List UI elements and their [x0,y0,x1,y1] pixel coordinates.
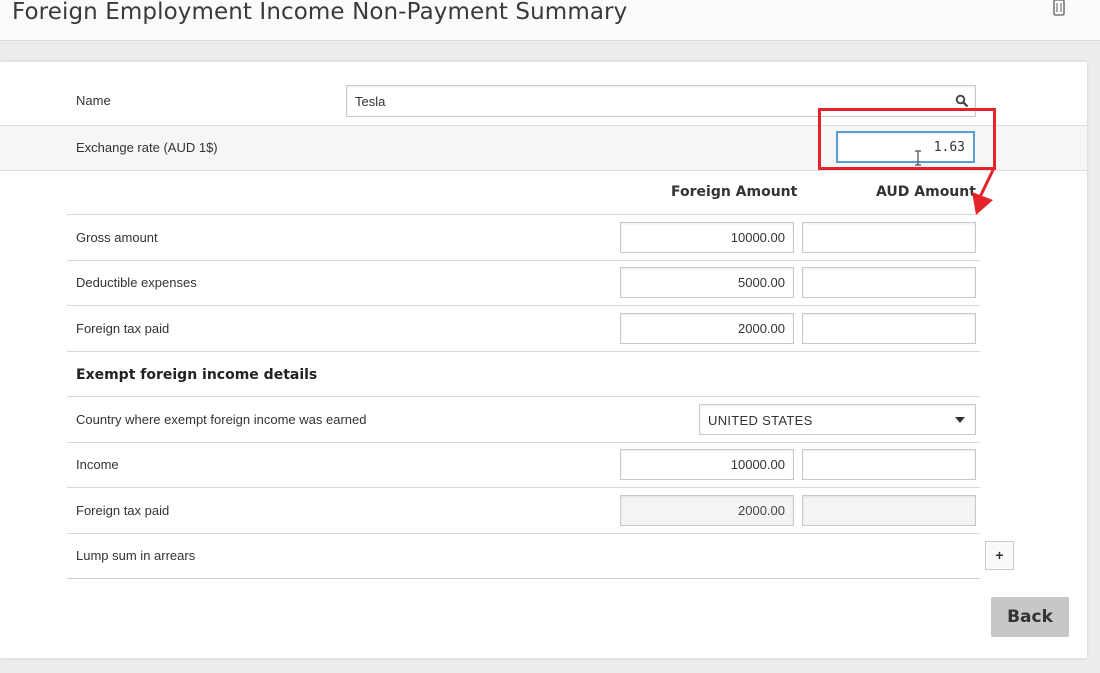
country-select[interactable]: UNITED STATES [699,404,976,435]
exchange-rate-input[interactable] [838,133,973,161]
foreign-tax-foreign-input[interactable] [621,314,793,343]
foreign-tax-aud-field[interactable] [802,313,976,344]
divider [67,487,980,488]
search-icon[interactable] [955,94,969,108]
form-panel: Name Exchange rate (AUD 1$) Foreign Amou… [0,62,1087,658]
divider [67,442,980,443]
deductible-aud-field[interactable] [802,267,976,298]
back-button[interactable]: Back [991,597,1069,637]
aud-amount-heading: AUD Amount [876,184,976,200]
foreign-tax-aud-input[interactable] [803,314,975,343]
gross-aud-input[interactable] [803,223,975,252]
deductible-foreign-input[interactable] [621,268,793,297]
exchange-rate-field[interactable] [836,131,975,163]
name-input[interactable] [347,86,975,116]
exempt-section-title: Exempt foreign income details [76,367,318,383]
divider [67,260,980,261]
income-aud-input[interactable] [803,450,975,479]
exempt-tax-foreign-input[interactable] [621,496,793,525]
gross-foreign-input[interactable] [621,223,793,252]
trash-icon[interactable] [1050,0,1068,18]
deductible-foreign-field[interactable] [620,267,794,298]
gross-foreign-field[interactable] [620,222,794,253]
exempt-tax-aud-field[interactable] [802,495,976,526]
name-field[interactable] [346,85,976,117]
exempt-tax-foreign-field[interactable] [620,495,794,526]
country-select-value: UNITED STATES [708,413,813,428]
foreign-tax-foreign-field[interactable] [620,313,794,344]
income-foreign-input[interactable] [621,450,793,479]
exchange-rate-label: Exchange rate (AUD 1$) [76,140,218,155]
page-header: Foreign Employment Income Non-Payment Su… [0,0,1100,41]
divider [67,214,980,215]
exempt-tax-aud-input[interactable] [803,496,975,525]
country-label: Country where exempt foreign income was … [76,412,367,427]
divider [67,351,980,352]
divider [67,533,980,534]
chevron-down-icon[interactable] [955,417,965,423]
page-title: Foreign Employment Income Non-Payment Su… [12,0,628,25]
income-foreign-field[interactable] [620,449,794,480]
deductible-expenses-label: Deductible expenses [76,275,197,290]
exempt-foreign-tax-label: Foreign tax paid [76,503,170,518]
name-label: Name [76,93,111,108]
income-label: Income [76,457,119,472]
add-lump-sum-button[interactable]: + [985,541,1014,570]
lump-sum-label: Lump sum in arrears [76,548,196,563]
gross-amount-label: Gross amount [76,230,158,245]
text-cursor-icon [915,150,921,166]
foreign-amount-heading: Foreign Amount [671,184,798,200]
deductible-aud-input[interactable] [803,268,975,297]
divider [67,578,980,579]
income-aud-field[interactable] [802,449,976,480]
divider [67,396,980,397]
gross-aud-field[interactable] [802,222,976,253]
divider [67,305,980,306]
foreign-tax-label: Foreign tax paid [76,321,170,336]
